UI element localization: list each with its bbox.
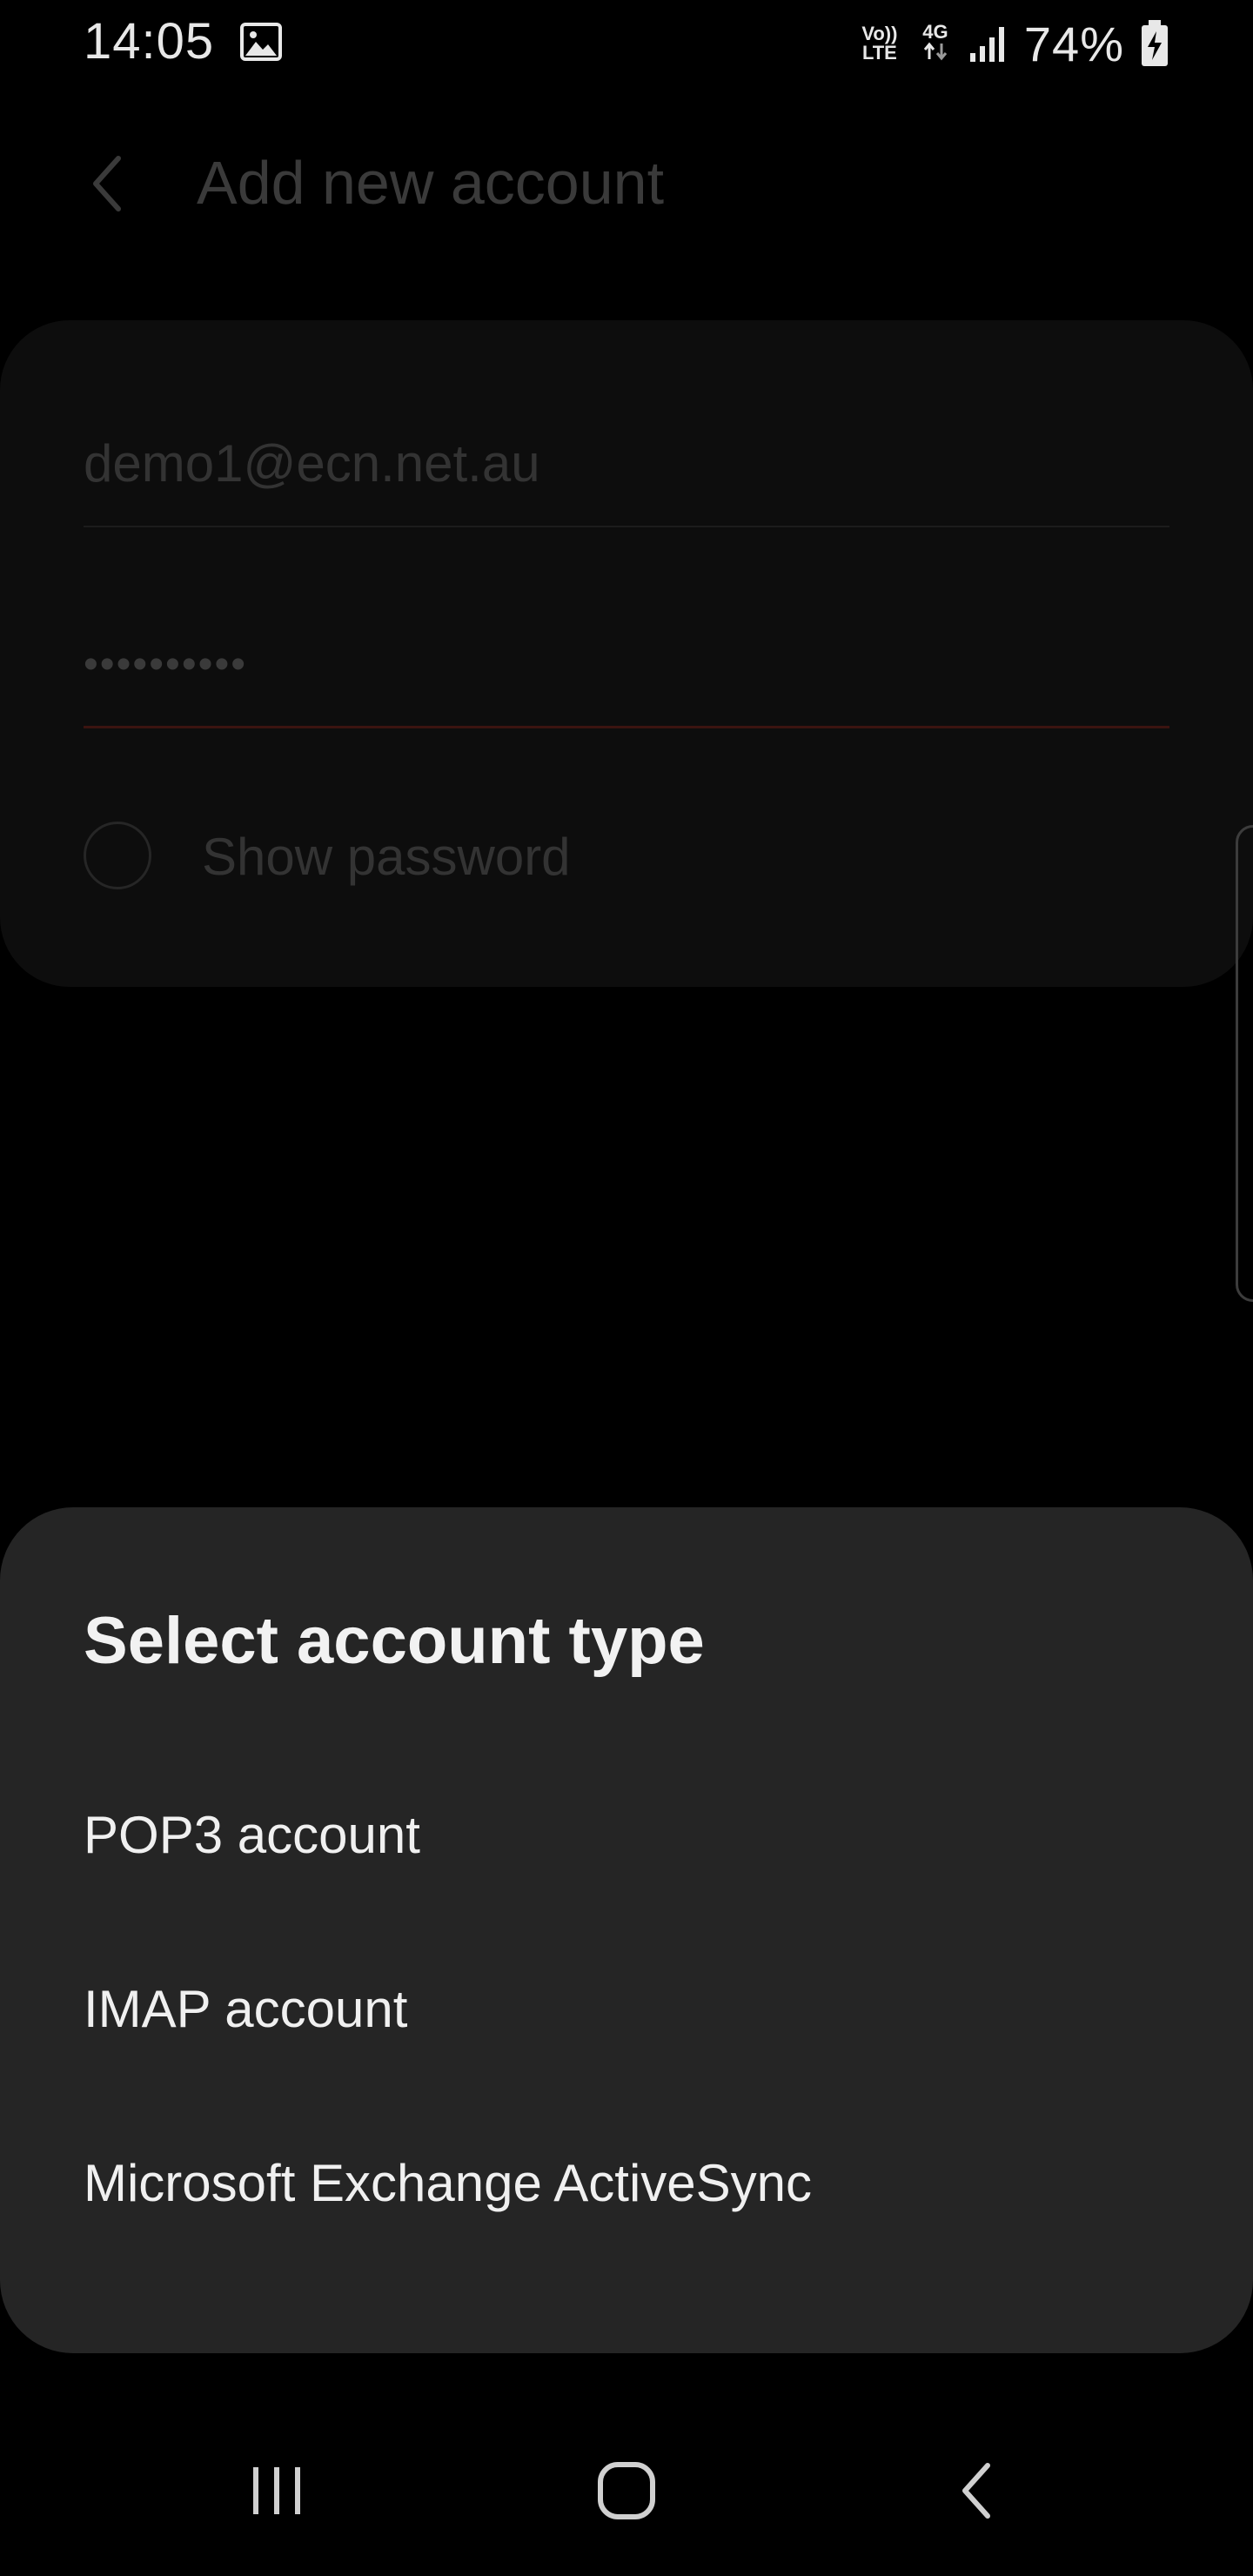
option-exchange-activesync[interactable]: Microsoft Exchange ActiveSync (0, 2097, 1253, 2271)
account-type-sheet: Select account type POP3 account IMAP ac… (0, 1507, 1253, 2353)
option-label: POP3 account (84, 1806, 420, 1864)
page-title: Add new account (197, 149, 665, 217)
status-time: 14:05 (84, 13, 215, 70)
option-imap-account[interactable]: IMAP account (0, 1923, 1253, 2097)
battery-charging-icon (1142, 20, 1168, 66)
status-indicators: Vo)) LTE 4G 74% (857, 16, 1169, 71)
option-pop3-account[interactable]: POP3 account (0, 1749, 1253, 1923)
password-field[interactable]: •••••••••• (84, 634, 1169, 728)
email-field[interactable]: demo1@ecn.net.au (84, 433, 1169, 527)
option-label: IMAP account (84, 1980, 408, 2038)
battery-percentage: 74% (1023, 16, 1124, 71)
show-password-radio[interactable] (84, 822, 151, 889)
scroll-handle[interactable] (1236, 825, 1253, 1302)
home-button[interactable] (496, 2405, 757, 2576)
password-value: •••••••••• (84, 641, 248, 688)
home-icon (598, 2462, 655, 2519)
option-label: Microsoft Exchange ActiveSync (84, 2154, 813, 2212)
account-form-card: demo1@ecn.net.au •••••••••• Show passwor… (0, 320, 1253, 987)
show-password-toggle[interactable]: Show password (84, 820, 780, 898)
recents-button[interactable] (146, 2405, 407, 2576)
app-bar: Add new account (0, 122, 1253, 244)
recents-icon (253, 2467, 300, 2514)
status-bar: 14:05 Vo)) LTE 4G 74% (0, 0, 1253, 87)
navigation-bar (0, 2405, 1253, 2576)
network-4g-icon: 4G (918, 23, 953, 64)
back-icon (962, 2463, 990, 2519)
signal-icon (969, 27, 1004, 62)
email-value: demo1@ecn.net.au (84, 434, 540, 493)
sheet-title: Select account type (84, 1604, 705, 1678)
back-arrow-icon[interactable] (84, 153, 136, 214)
back-button[interactable] (846, 2405, 1107, 2576)
volte-icon: Vo)) LTE (861, 23, 898, 64)
gallery-icon (240, 23, 282, 61)
show-password-label: Show password (202, 828, 571, 886)
